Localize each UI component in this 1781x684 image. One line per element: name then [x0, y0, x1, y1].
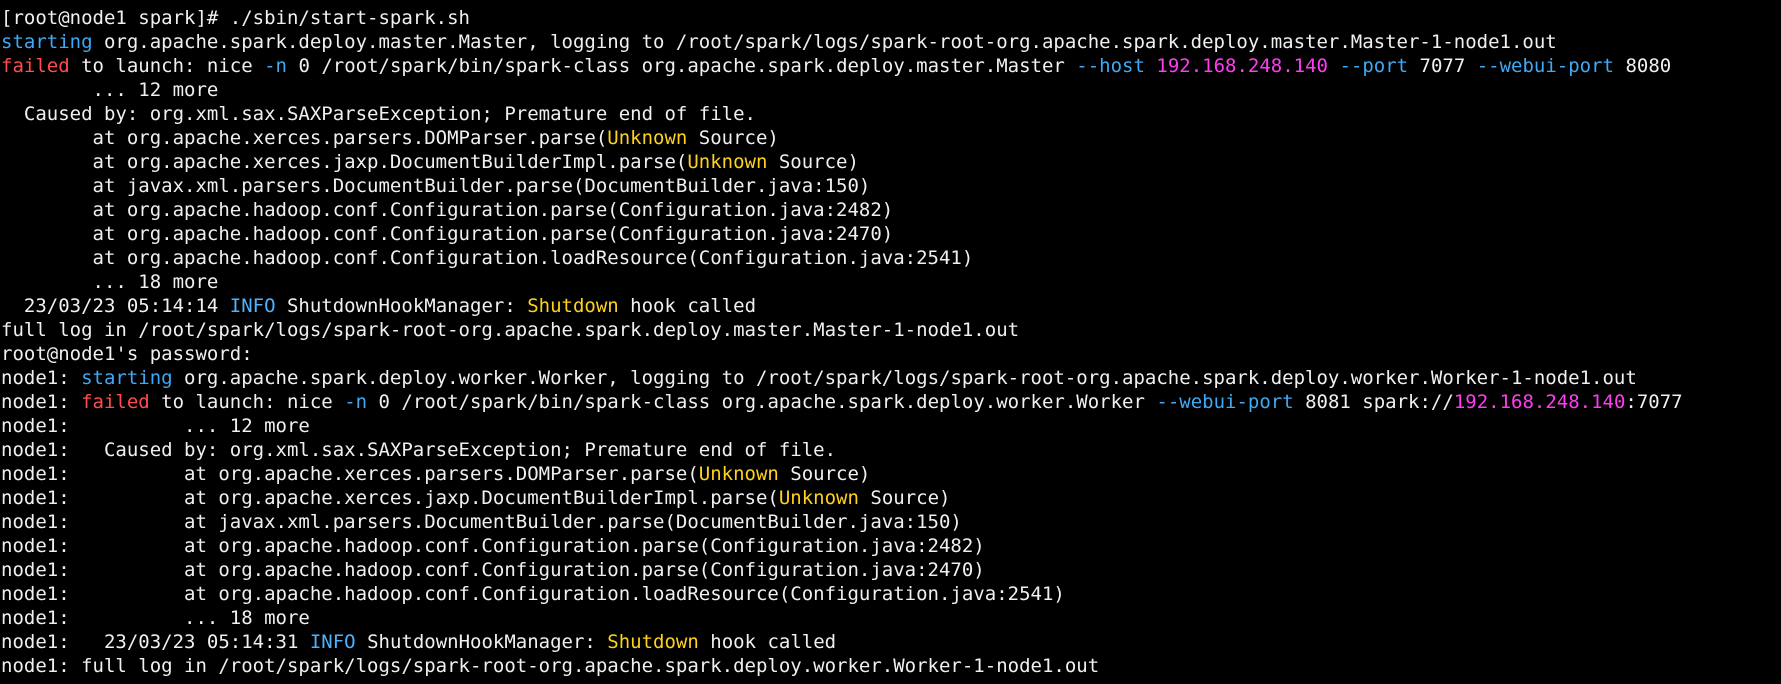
terminal-text-segment: node1: at org.apache.hadoop.conf.Configu…	[1, 535, 985, 557]
terminal-text-segment: Source)	[767, 151, 859, 173]
terminal-line: 23/03/23 05:14:14 INFO ShutdownHookManag…	[1, 294, 1781, 318]
terminal-output[interactable]: [root@node1 spark]# ./sbin/start-spark.s…	[0, 0, 1781, 678]
terminal-text-segment: at org.apache.xerces.jaxp.DocumentBuilde…	[1, 151, 688, 173]
terminal-line: at javax.xml.parsers.DocumentBuilder.par…	[1, 174, 1781, 198]
terminal-text-segment: 7077	[1408, 55, 1477, 77]
terminal-text-segment: org.apache.spark.deploy.master.Master, l…	[92, 31, 1557, 53]
terminal-text-segment: node1: ... 18 more	[1, 607, 310, 629]
terminal-line: node1: at org.apache.xerces.parsers.DOMP…	[1, 462, 1781, 486]
terminal-line: node1: at org.apache.hadoop.conf.Configu…	[1, 534, 1781, 558]
terminal-text-segment: ... 12 more	[1, 79, 219, 101]
terminal-text-segment: [root@node1 spark]# ./sbin/start-spark.s…	[1, 7, 470, 29]
terminal-line: at org.apache.hadoop.conf.Configuration.…	[1, 222, 1781, 246]
terminal-text-segment: Unknown	[687, 151, 768, 173]
terminal-text-segment: :7077	[1625, 391, 1683, 413]
terminal-line: node1: ... 18 more	[1, 606, 1781, 630]
terminal-line: ... 12 more	[1, 78, 1781, 102]
terminal-text-segment: 8080	[1614, 55, 1672, 77]
terminal-text-segment: starting	[1, 31, 93, 53]
terminal-text-segment: node1: at org.apache.hadoop.conf.Configu…	[1, 583, 1065, 605]
terminal-text-segment: Caused by: org.xml.sax.SAXParseException…	[1, 103, 756, 125]
terminal-line: node1: at org.apache.hadoop.conf.Configu…	[1, 582, 1781, 606]
terminal-line: ... 18 more	[1, 270, 1781, 294]
terminal-text-segment: root@node1's password:	[1, 343, 253, 365]
terminal-line: node1: at org.apache.xerces.jaxp.Documen…	[1, 486, 1781, 510]
terminal-text-segment: Source)	[687, 127, 779, 149]
terminal-text-segment: 192.168.248.140	[1156, 55, 1328, 77]
terminal-text-segment: node1: Caused by: org.xml.sax.SAXParseEx…	[1, 439, 837, 461]
terminal-line: at org.apache.xerces.jaxp.DocumentBuilde…	[1, 150, 1781, 174]
terminal-text-segment: node1: ... 12 more	[1, 415, 310, 437]
terminal-text-segment: 8081 spark://	[1293, 391, 1454, 413]
terminal-text-segment: Source)	[858, 487, 951, 509]
terminal-text-segment: Unknown	[698, 463, 779, 485]
terminal-text-segment: --webui-port	[1476, 55, 1614, 77]
terminal-line: Caused by: org.xml.sax.SAXParseException…	[1, 102, 1781, 126]
terminal-text-segment: -n	[344, 391, 368, 413]
terminal-text-segment: at org.apache.hadoop.conf.Configuration.…	[1, 223, 894, 245]
terminal-line: starting org.apache.spark.deploy.master.…	[1, 30, 1781, 54]
terminal-text-segment: hook called	[698, 631, 837, 653]
terminal-text-segment: node1: at org.apache.xerces.parsers.DOMP…	[1, 463, 699, 485]
terminal-text-segment: --webui-port	[1156, 391, 1294, 413]
terminal-text-segment: org.apache.spark.deploy.worker.Worker, l…	[172, 367, 1637, 389]
terminal-line: failed to launch: nice -n 0 /root/spark/…	[1, 54, 1781, 78]
terminal-text-segment: Unknown	[778, 487, 859, 509]
terminal-text-segment: -n	[264, 55, 287, 77]
terminal-line: root@node1's password:	[1, 342, 1781, 366]
terminal-text-segment: 23/03/23 05:14:14	[1, 295, 230, 317]
terminal-text-segment: Shutdown	[607, 631, 699, 653]
terminal-text-segment: node1:	[1, 367, 82, 389]
terminal-line: at org.apache.hadoop.conf.Configuration.…	[1, 246, 1781, 270]
terminal-line: node1: starting org.apache.spark.deploy.…	[1, 366, 1781, 390]
terminal-line: [root@node1 spark]# ./sbin/start-spark.s…	[1, 6, 1781, 30]
terminal-text-segment: ... 18 more	[1, 271, 219, 293]
terminal-text-segment: Shutdown	[527, 295, 619, 317]
terminal-text-segment: node1: at javax.xml.parsers.DocumentBuil…	[1, 511, 962, 533]
terminal-text-segment: Unknown	[607, 127, 688, 149]
terminal-text-segment: INFO	[309, 631, 356, 653]
terminal-text-segment: at org.apache.hadoop.conf.Configuration.…	[1, 199, 894, 221]
terminal-text-segment: at org.apache.hadoop.conf.Configuration.…	[1, 247, 974, 269]
terminal-text-segment: --host	[1076, 55, 1145, 77]
terminal-text-segment: hook called	[618, 295, 757, 317]
terminal-text-segment: to launch: nice	[149, 391, 345, 413]
terminal-text-segment: 0 /root/spark/bin/spark-class org.apache…	[367, 391, 1157, 413]
terminal-line: node1: 23/03/23 05:14:31 INFO ShutdownHo…	[1, 630, 1781, 654]
terminal-text-segment: node1: at org.apache.hadoop.conf.Configu…	[1, 559, 985, 581]
terminal-text-segment: node1: 23/03/23 05:14:31	[1, 631, 310, 653]
terminal-text-segment: full log in /root/spark/logs/spark-root-…	[1, 319, 1020, 341]
terminal-text-segment: 192.168.248.140	[1453, 391, 1626, 413]
terminal-text-segment: node1: at org.apache.xerces.jaxp.Documen…	[1, 487, 779, 509]
terminal-text-segment: starting	[81, 367, 173, 389]
terminal-line: node1: at javax.xml.parsers.DocumentBuil…	[1, 510, 1781, 534]
terminal-text-segment: failed	[81, 391, 150, 413]
terminal-text-segment: node1: full log in /root/spark/logs/spar…	[1, 655, 1100, 677]
terminal-window[interactable]: [root@node1 spark]# ./sbin/start-spark.s…	[0, 0, 1781, 684]
terminal-line: node1: ... 12 more	[1, 414, 1781, 438]
terminal-text-segment: ShutdownHookManager:	[275, 295, 528, 317]
terminal-line: at org.apache.xerces.parsers.DOMParser.p…	[1, 126, 1781, 150]
terminal-text-segment: failed	[1, 55, 70, 77]
terminal-line: at org.apache.hadoop.conf.Configuration.…	[1, 198, 1781, 222]
terminal-text-segment: Source)	[778, 463, 871, 485]
terminal-text-segment: --port	[1339, 55, 1409, 77]
terminal-line: node1: failed to launch: nice -n 0 /root…	[1, 390, 1781, 414]
terminal-text-segment: INFO	[229, 295, 276, 317]
terminal-line: node1: Caused by: org.xml.sax.SAXParseEx…	[1, 438, 1781, 462]
terminal-text-segment: 0 /root/spark/bin/spark-class org.apache…	[287, 55, 1077, 77]
terminal-text-segment: to launch: nice	[69, 55, 265, 77]
terminal-line: full log in /root/spark/logs/spark-root-…	[1, 318, 1781, 342]
terminal-text-segment: at org.apache.xerces.parsers.DOMParser.p…	[1, 127, 608, 149]
terminal-text-segment: node1:	[1, 391, 82, 413]
terminal-line: node1: full log in /root/spark/logs/spar…	[1, 654, 1781, 678]
terminal-line: node1: at org.apache.hadoop.conf.Configu…	[1, 558, 1781, 582]
terminal-text-segment: ShutdownHookManager:	[355, 631, 608, 653]
terminal-text-segment: at javax.xml.parsers.DocumentBuilder.par…	[1, 175, 871, 197]
